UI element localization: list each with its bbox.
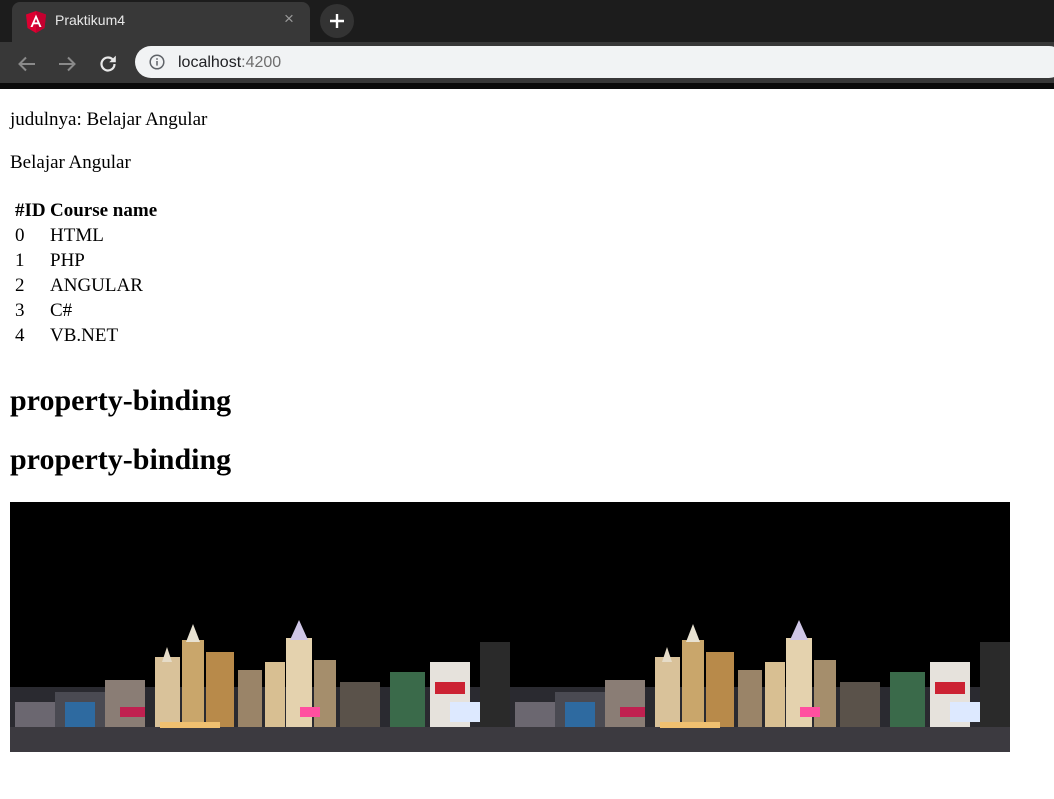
plus-icon [330, 14, 344, 28]
subtitle-line: Belajar Angular [10, 152, 131, 173]
course-id: 3 [15, 300, 25, 321]
property-binding-heading: property-binding [10, 443, 232, 476]
column-header-course-name: Course name [50, 200, 158, 221]
reload-button[interactable] [97, 53, 119, 75]
course-id: 2 [15, 275, 25, 296]
city-skyline-image [510, 502, 1010, 752]
course-name: C# [50, 300, 73, 321]
table-row: 1 PHP [14, 249, 158, 272]
tab-strip: Praktikum4 × [0, 0, 1054, 42]
table-row: 3 C# [14, 299, 158, 322]
url-text[interactable]: localhost:4200 [178, 54, 281, 72]
course-name: HTML [50, 225, 104, 246]
image-row [10, 502, 1010, 752]
course-name: PHP [50, 250, 85, 271]
tab-title: Praktikum4 [55, 12, 126, 28]
arrow-left-icon [18, 56, 35, 72]
course-name: VB.NET [50, 325, 119, 346]
course-id: 0 [15, 225, 25, 246]
tab-praktikum4[interactable]: Praktikum4 × [12, 2, 310, 42]
back-button[interactable] [16, 53, 38, 75]
browser-toolbar: localhost:4200 [0, 42, 1054, 89]
city-skyline-image [10, 502, 510, 752]
title-line: judulnya: Belajar Angular [10, 109, 208, 130]
course-id: 4 [15, 325, 25, 346]
new-tab-button[interactable] [320, 4, 354, 38]
courses-table: #ID Course name 0 HTML 1 PHP 2 ANGULAR 3… [12, 197, 160, 349]
info-icon[interactable] [149, 54, 165, 70]
arrow-right-icon [59, 56, 76, 72]
property-binding-heading: property-binding [10, 384, 232, 417]
course-id: 1 [15, 250, 25, 271]
close-icon[interactable]: × [282, 10, 296, 27]
column-header-id: #ID [15, 200, 46, 221]
url-host: localhost [178, 54, 242, 71]
course-name: ANGULAR [50, 275, 143, 296]
table-row: 0 HTML [14, 224, 158, 247]
forward-button[interactable] [56, 53, 78, 75]
reload-icon [100, 55, 116, 72]
table-row: 4 VB.NET [14, 324, 158, 347]
address-bar[interactable]: localhost:4200 [135, 46, 1054, 78]
table-header-row: #ID Course name [14, 199, 158, 222]
table-row: 2 ANGULAR [14, 274, 158, 297]
angular-logo-icon [26, 11, 46, 33]
url-port: :4200 [241, 54, 282, 71]
